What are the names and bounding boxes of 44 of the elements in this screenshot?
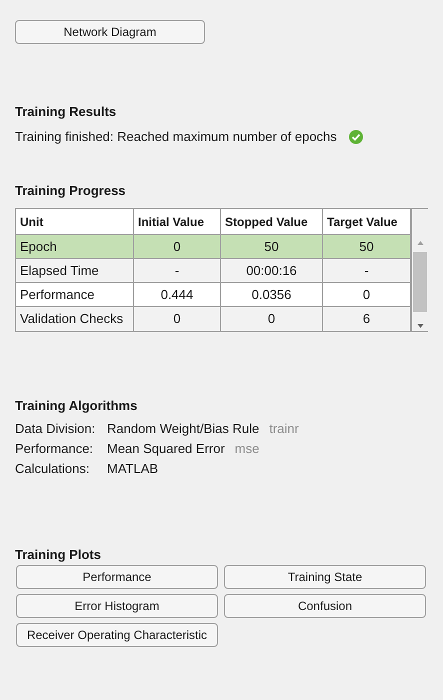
section-title: Training Progress	[15, 183, 127, 199]
field-value: MATLAB	[107, 460, 158, 478]
table-cell: 50	[221, 235, 323, 258]
network-diagram-button[interactable]: Network Diagram	[15, 20, 205, 44]
table-row[interactable]: Epoch 0 50 50	[16, 235, 411, 259]
table-cell: Validation Checks	[16, 307, 134, 331]
table-cell: 0.444	[134, 283, 221, 306]
table-cell: 0	[221, 307, 323, 331]
field-label: Performance:	[15, 440, 94, 458]
field-value: Mean Squared Error	[107, 440, 225, 458]
status-text: Training finished: Reached maximum number of epochs	[15, 129, 337, 145]
column-header[interactable]: Stopped Value	[221, 209, 323, 234]
column-header[interactable]: Initial Value	[134, 209, 221, 234]
column-header[interactable]: Unit	[16, 209, 134, 234]
table-cell: 0	[323, 283, 411, 306]
table-cell: 0	[134, 235, 221, 258]
field-label: Data Division:	[15, 420, 96, 438]
scrollbar-drawing[interactable]	[412, 209, 428, 331]
section-title: Training Results	[15, 104, 118, 120]
section-title: Training Algorithms	[15, 398, 138, 414]
table-cell: Epoch	[16, 235, 134, 258]
plot-button[interactable]: Confusion	[224, 594, 426, 618]
function-name: trainr	[269, 420, 299, 438]
table-cell: 0	[134, 307, 221, 331]
table-cell: Performance	[16, 283, 134, 306]
column-header[interactable]: Target Value	[323, 209, 411, 234]
table-row[interactable]: Performance 0.444 0.0356 0	[16, 283, 411, 307]
table-cell: -	[323, 259, 411, 282]
table-cell: Elapsed Time	[16, 259, 134, 282]
field-value: Random Weight/Bias Rule	[107, 420, 260, 438]
table-cell: 0.0356	[221, 283, 323, 306]
table-cell: 00:00:16	[221, 259, 323, 282]
function-name: mse	[234, 440, 260, 458]
table-cell: 6	[323, 307, 411, 331]
table-row[interactable]: Validation Checks 0 0 6	[16, 307, 411, 331]
plot-button[interactable]: Training State	[224, 565, 426, 589]
section-title: Training Plots	[15, 547, 102, 563]
table-cell: -	[134, 259, 221, 282]
field-label: Calculations:	[15, 460, 90, 478]
table-row[interactable]: Elapsed Time - 00:00:16 -	[16, 259, 411, 283]
plot-button[interactable]: Error Histogram	[16, 594, 218, 618]
plot-button[interactable]: Receiver Operating Characteristic	[16, 623, 218, 647]
table-cell: 50	[323, 235, 411, 258]
plot-button[interactable]: Performance	[16, 565, 218, 589]
